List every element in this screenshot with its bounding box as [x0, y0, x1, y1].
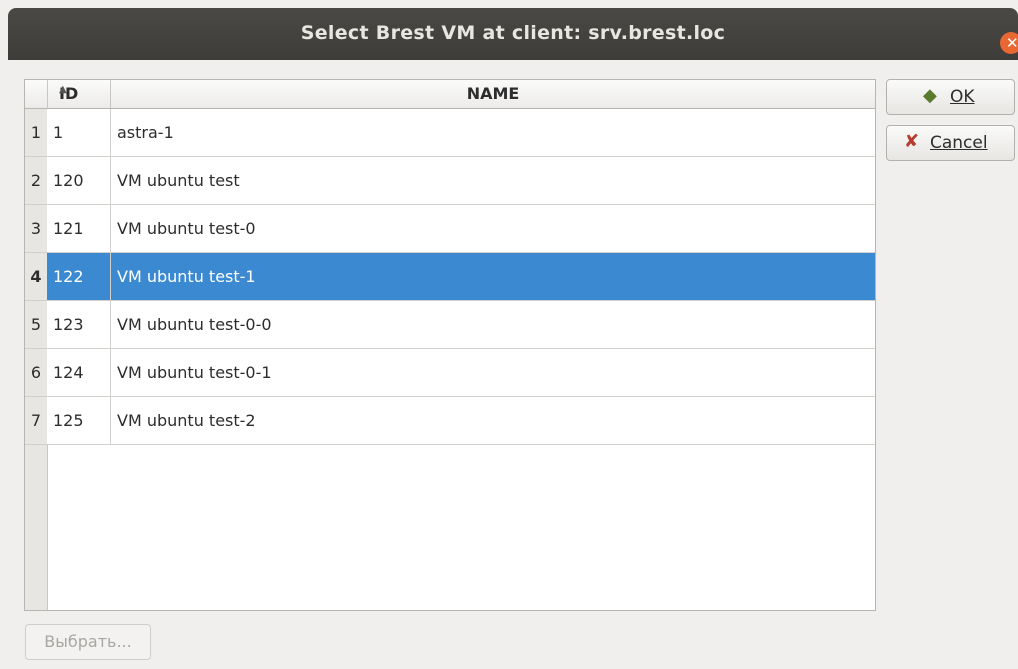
table-row[interactable]: 125 VM ubuntu test-2	[47, 397, 875, 445]
cancel-button-label: Cancel	[930, 133, 988, 153]
row-number[interactable]: 2	[25, 157, 47, 205]
table-row[interactable]: 123 VM ubuntu test-0-0	[47, 301, 875, 349]
sort-ascending-icon: ▲	[59, 84, 67, 95]
cell-id: 121	[53, 219, 84, 238]
cell-id: 125	[53, 411, 84, 430]
table-row[interactable]: 121 VM ubuntu test-0	[47, 205, 875, 253]
row-number[interactable]: 7	[25, 397, 47, 445]
cell-name: VM ubuntu test-1	[117, 267, 256, 286]
cell-name: VM ubuntu test-0	[117, 219, 256, 238]
cell-id: 122	[53, 267, 84, 286]
column-header-name[interactable]: NAME	[111, 80, 875, 108]
cell-name: VM ubuntu test-0-1	[117, 363, 272, 382]
row-number[interactable]: 1	[25, 109, 47, 157]
cell-id: 124	[53, 363, 84, 382]
vm-table: ID ▲ NAME 1 2 3 4 5 6 7 1 astra-1 120 VM…	[24, 79, 876, 611]
ok-button[interactable]: ◆ OK	[886, 79, 1015, 115]
cell-name: VM ubuntu test	[117, 171, 240, 190]
column-divider	[110, 109, 111, 445]
cell-id: 123	[53, 315, 84, 334]
header-corner	[25, 80, 48, 108]
row-number[interactable]: 3	[25, 205, 47, 253]
select-button-disabled: Выбрать...	[25, 624, 151, 660]
table-row[interactable]: 120 VM ubuntu test	[47, 157, 875, 205]
cell-name: astra-1	[117, 123, 174, 142]
cancel-button[interactable]: ✘ Cancel	[886, 125, 1015, 161]
cell-id: 1	[53, 123, 64, 142]
close-icon[interactable]: ✕	[1000, 32, 1018, 54]
title-bar: Select Brest VM at client: srv.brest.loc…	[8, 8, 1018, 60]
table-row[interactable]: 124 VM ubuntu test-0-1	[47, 349, 875, 397]
row-number[interactable]: 4	[25, 253, 47, 301]
table-row-selected[interactable]: 122 VM ubuntu test-1	[47, 253, 875, 301]
table-row[interactable]: 1 astra-1	[47, 109, 875, 157]
ok-button-label: OK	[950, 87, 975, 107]
x-icon: ✘	[904, 131, 920, 152]
table-header: ID ▲ NAME	[25, 80, 875, 109]
cell-name: VM ubuntu test-2	[117, 411, 256, 430]
check-icon: ◆	[923, 85, 937, 106]
row-number-gutter: 1 2 3 4 5 6 7	[25, 109, 48, 610]
cell-name: VM ubuntu test-0-0	[117, 315, 272, 334]
row-number[interactable]: 6	[25, 349, 47, 397]
cell-id: 120	[53, 171, 84, 190]
row-number[interactable]: 5	[25, 301, 47, 349]
window-title: Select Brest VM at client: srv.brest.loc	[300, 22, 726, 44]
column-header-id[interactable]: ID ▲	[47, 80, 111, 108]
